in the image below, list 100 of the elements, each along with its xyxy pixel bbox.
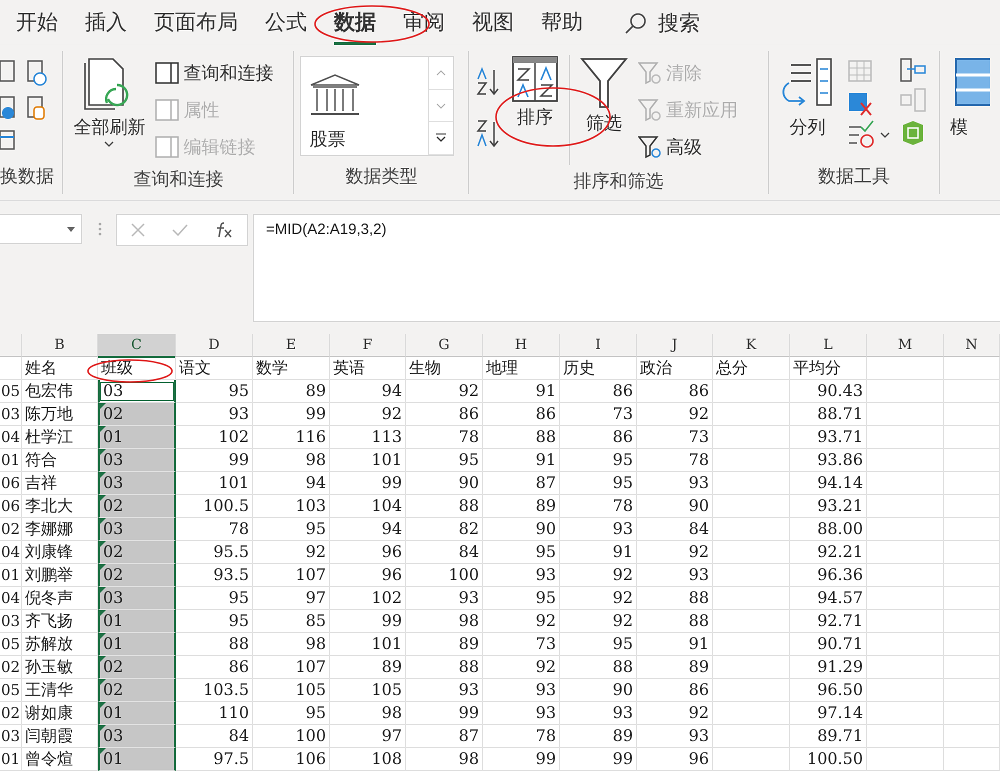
table-cell: 02 bbox=[98, 679, 176, 702]
table-cell bbox=[944, 426, 1000, 449]
table-cell: 03 bbox=[98, 518, 176, 541]
table-cell: 88 bbox=[406, 495, 483, 518]
table-cell: 86 bbox=[637, 380, 713, 403]
table-cell: 78 bbox=[176, 518, 253, 541]
column-header[interactable]: F bbox=[330, 334, 406, 357]
panel-icon bbox=[155, 99, 180, 121]
text-to-columns-button[interactable]: 分列 bbox=[775, 55, 840, 141]
column-header[interactable]: D bbox=[176, 334, 253, 357]
column-header[interactable]: E bbox=[253, 334, 330, 357]
group-label: 排序和筛选 bbox=[572, 170, 665, 194]
table-cell: 82 bbox=[406, 518, 483, 541]
name-box[interactable] bbox=[0, 214, 82, 244]
column-header[interactable]: G bbox=[406, 334, 483, 357]
sort-button[interactable]: 排序 bbox=[507, 55, 564, 131]
column-header[interactable]: J bbox=[637, 334, 713, 357]
sort-a-z-icon bbox=[475, 67, 502, 97]
search-button[interactable]: 搜索 bbox=[624, 8, 700, 36]
ribbon-tab[interactable]: 视图 bbox=[472, 0, 514, 45]
table-cell: 102 bbox=[176, 426, 253, 449]
stocks-button[interactable]: 股票 bbox=[301, 57, 428, 155]
table-cell: 98 bbox=[330, 702, 406, 725]
formula-input[interactable]: =MID(A2:A19,3,2) bbox=[253, 214, 1000, 322]
table-cell: 95 bbox=[176, 587, 253, 610]
table-cell: 02 bbox=[0, 518, 22, 541]
group-label: 查询和连接 bbox=[132, 168, 224, 192]
what-if-button[interactable]: 模 bbox=[946, 55, 994, 141]
table-cell: 88 bbox=[176, 633, 253, 656]
column-header[interactable] bbox=[0, 334, 22, 357]
table-cell: 01 bbox=[0, 449, 22, 472]
table-cell: 01 bbox=[98, 426, 176, 449]
table-cell bbox=[944, 587, 1000, 610]
refresh-all-button[interactable]: 全部刷新 bbox=[69, 55, 150, 149]
table-cell: 89 bbox=[406, 633, 483, 656]
column-header[interactable]: C bbox=[98, 334, 176, 358]
table-cell: 97 bbox=[253, 587, 330, 610]
expand-icon bbox=[435, 133, 448, 144]
table-cell: 78 bbox=[637, 449, 713, 472]
ribbon-command[interactable]: 查询和连接 bbox=[155, 57, 274, 89]
table-cell: 92 bbox=[560, 587, 637, 610]
table-cell: 94.14 bbox=[790, 472, 867, 495]
table-cell: 95 bbox=[483, 541, 560, 564]
grip-dots-icon bbox=[98, 222, 102, 236]
ribbon-tab[interactable]: 开始 bbox=[16, 0, 58, 45]
table-cell: 95 bbox=[253, 702, 330, 725]
table-cell: 02 bbox=[98, 541, 176, 564]
table-cell: 100 bbox=[406, 564, 483, 587]
table-cell: 92 bbox=[560, 610, 637, 633]
table-cell: 98 bbox=[253, 449, 330, 472]
column-header[interactable]: B bbox=[22, 334, 98, 357]
ribbon-tab[interactable]: 页面布局 bbox=[154, 0, 238, 45]
table-cell: 94 bbox=[330, 380, 406, 403]
table-cell: 104 bbox=[330, 495, 406, 518]
table-cell: 103.5 bbox=[176, 679, 253, 702]
column-header[interactable]: M bbox=[867, 334, 944, 357]
table-cell: 95 bbox=[253, 518, 330, 541]
ribbon-tab[interactable]: 帮助 bbox=[541, 0, 583, 45]
table-cell: 96 bbox=[330, 564, 406, 587]
table-cell: 06 bbox=[0, 495, 22, 518]
table-cell bbox=[944, 357, 1000, 380]
table-cell: 99 bbox=[406, 702, 483, 725]
ribbon-command[interactable]: 高级 bbox=[638, 131, 738, 163]
table-cell: 95 bbox=[176, 380, 253, 403]
group-label: 数据工具 bbox=[817, 165, 892, 189]
column-header[interactable]: H bbox=[483, 334, 560, 357]
caret-icon bbox=[104, 141, 114, 147]
table-cell: 03 bbox=[98, 449, 176, 472]
table-cell: 02 bbox=[0, 656, 22, 679]
table-cell: 05 bbox=[0, 380, 22, 403]
column-header[interactable]: N bbox=[944, 334, 1000, 357]
table-cell: 99 bbox=[483, 748, 560, 771]
table-cell: 110 bbox=[176, 702, 253, 725]
table-cell bbox=[944, 518, 1000, 541]
table-cell: 93.21 bbox=[790, 495, 867, 518]
table-cell: 95 bbox=[560, 472, 637, 495]
table-cell: 05 bbox=[0, 633, 22, 656]
column-header[interactable]: L bbox=[790, 334, 867, 357]
table-cell bbox=[944, 495, 1000, 518]
table-cell: 84 bbox=[176, 725, 253, 748]
table-cell: 93.5 bbox=[176, 564, 253, 587]
table-cell: 86 bbox=[406, 403, 483, 426]
ribbon-tab[interactable]: 插入 bbox=[85, 0, 127, 45]
table-cell: 姓名 bbox=[22, 357, 98, 380]
column-header[interactable]: I bbox=[560, 334, 637, 357]
table-cell: 100.5 bbox=[176, 495, 253, 518]
table-cell: 02 bbox=[98, 656, 176, 679]
table-cell: 100.50 bbox=[790, 748, 867, 771]
table-cell: 101 bbox=[176, 472, 253, 495]
column-header[interactable]: K bbox=[713, 334, 790, 357]
table-cell: 92.71 bbox=[790, 610, 867, 633]
table-cell: 总分 bbox=[713, 357, 790, 380]
table-cell: 93.86 bbox=[790, 449, 867, 472]
ribbon-tab[interactable]: 公式 bbox=[265, 0, 307, 45]
table-cell: 02 bbox=[98, 564, 176, 587]
table-cell: 91 bbox=[637, 633, 713, 656]
table-cell: 97.14 bbox=[790, 702, 867, 725]
table-cell: 02 bbox=[0, 702, 22, 725]
table-cell: 93 bbox=[637, 564, 713, 587]
table-cell: 101 bbox=[330, 449, 406, 472]
